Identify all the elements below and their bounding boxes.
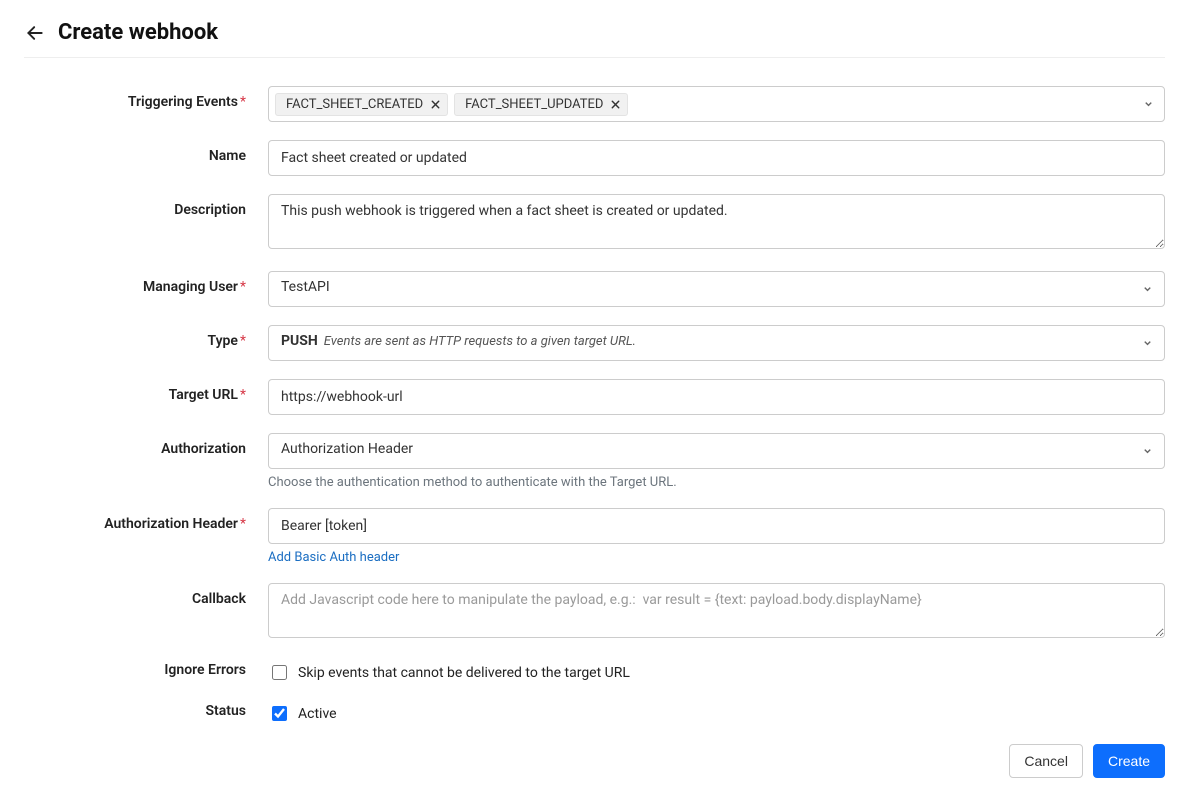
page-header: Create webhook (24, 20, 1165, 58)
event-chip-label: FACT_SHEET_UPDATED (465, 97, 603, 112)
ignore-errors-checkbox[interactable] (272, 665, 287, 680)
page-title: Create webhook (58, 20, 218, 45)
label-callback: Callback (24, 583, 268, 607)
authorization-select[interactable]: Authorization Header (268, 433, 1165, 469)
chevron-down-icon (1143, 99, 1154, 110)
event-chip: FACT_SHEET_CREATED (275, 93, 448, 116)
status-active-text[interactable]: Active (298, 706, 337, 722)
create-button[interactable]: Create (1093, 744, 1165, 778)
type-description: Events are sent as HTTP requests to a gi… (324, 334, 636, 349)
back-arrow-icon[interactable] (24, 22, 46, 44)
callback-textarea[interactable] (268, 583, 1165, 638)
webhook-form: Triggering Events* FACT_SHEET_CREATED FA… (24, 86, 1165, 724)
label-type: Type* (24, 325, 268, 349)
remove-chip-icon[interactable] (610, 99, 621, 110)
remove-chip-icon[interactable] (430, 99, 441, 110)
label-authorization-header: Authorization Header* (24, 508, 268, 532)
target-url-input[interactable] (268, 379, 1165, 415)
form-footer: Cancel Create (24, 744, 1165, 778)
label-managing-user: Managing User* (24, 271, 268, 295)
ignore-errors-text[interactable]: Skip events that cannot be delivered to … (298, 665, 630, 681)
cancel-button[interactable]: Cancel (1009, 744, 1083, 778)
description-textarea[interactable] (268, 194, 1165, 249)
managing-user-select[interactable]: TestAPI (268, 271, 1165, 307)
label-status: Status (24, 701, 268, 719)
add-basic-auth-link[interactable]: Add Basic Auth header (268, 550, 1165, 565)
label-name: Name (24, 140, 268, 164)
label-description: Description (24, 194, 268, 218)
authorization-helper: Choose the authentication method to auth… (268, 475, 1165, 490)
label-target-url: Target URL* (24, 379, 268, 403)
type-select[interactable]: PUSH Events are sent as HTTP requests to… (268, 325, 1165, 361)
type-name: PUSH (281, 333, 318, 349)
label-authorization: Authorization (24, 433, 268, 457)
name-input[interactable] (268, 140, 1165, 176)
label-triggering-events: Triggering Events* (24, 86, 268, 110)
event-chip-label: FACT_SHEET_CREATED (286, 97, 423, 112)
label-ignore-errors: Ignore Errors (24, 660, 268, 678)
event-chip: FACT_SHEET_UPDATED (454, 93, 628, 116)
triggering-events-select[interactable]: FACT_SHEET_CREATED FACT_SHEET_UPDATED (268, 86, 1165, 122)
status-active-checkbox[interactable] (272, 706, 287, 721)
authorization-header-input[interactable] (268, 508, 1165, 544)
